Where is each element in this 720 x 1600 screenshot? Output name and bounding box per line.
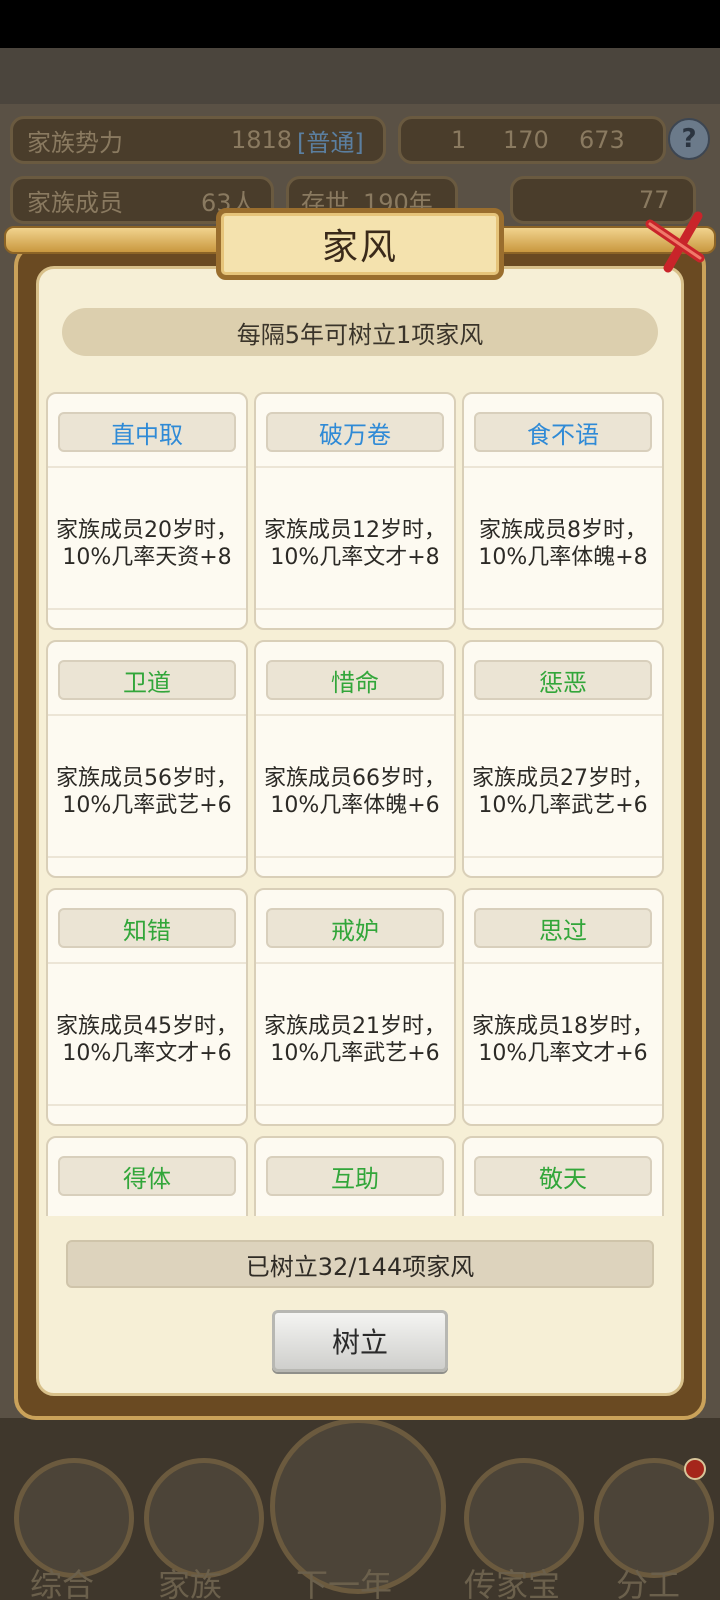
motto-card[interactable]: 食不语 家族成员8岁时，10%几率体魄+8: [462, 392, 664, 630]
card-divider: [256, 714, 454, 716]
motto-card[interactable]: 破万卷 家族成员12岁时，10%几率文才+8: [254, 392, 456, 630]
motto-card[interactable]: 得体: [46, 1136, 248, 1216]
motto-card[interactable]: 敬天: [462, 1136, 664, 1216]
currency-1: 1: [451, 126, 467, 154]
motto-card[interactable]: 戒妒 家族成员21岁时，10%几率武艺+6: [254, 888, 456, 1126]
motto-name: 思过: [474, 908, 652, 948]
motto-desc: 家族成员21岁时，10%几率武艺+6: [264, 1014, 446, 1066]
family-power-value: 1818: [231, 126, 293, 154]
card-footer-line: [48, 1104, 246, 1106]
nav-next-year[interactable]: 下一年: [296, 1560, 392, 1600]
nav-family[interactable]: 家族: [158, 1560, 222, 1600]
family-power-tag: [普通]: [297, 128, 364, 157]
motto-name: 戒妒: [266, 908, 444, 948]
currency-3: 673: [579, 126, 625, 154]
top-bar: [0, 48, 720, 104]
card-divider: [464, 962, 662, 964]
card-footer-line: [48, 608, 246, 610]
card-divider: [48, 962, 246, 964]
motto-card[interactable]: 互助: [254, 1136, 456, 1216]
motto-name: 食不语: [474, 412, 652, 452]
card-footer-line: [464, 856, 662, 858]
motto-name: 互助: [266, 1156, 444, 1196]
motto-desc: 家族成员66岁时，10%几率体魄+6: [264, 766, 446, 818]
motto-desc: 家族成员56岁时，10%几率武艺+6: [56, 766, 238, 818]
card-divider: [464, 714, 662, 716]
notification-badge: [684, 1458, 706, 1480]
established-count: 已树立32/144项家风: [66, 1240, 654, 1288]
family-motto-grid[interactable]: 直中取 家族成员20岁时，10%几率天资+8 破万卷 家族成员12岁时，10%几…: [44, 384, 678, 1216]
nav-heirloom[interactable]: 传家宝: [464, 1560, 560, 1600]
establish-button[interactable]: 树立: [272, 1310, 448, 1372]
modal-title: 家风: [321, 227, 398, 268]
motto-card[interactable]: 惩恶 家族成员27岁时，10%几率武艺+6: [462, 640, 664, 878]
close-button[interactable]: [640, 206, 710, 276]
help-icon[interactable]: ?: [668, 118, 710, 160]
card-divider: [48, 466, 246, 468]
motto-card[interactable]: 思过 家族成员18岁时，10%几率文才+6: [462, 888, 664, 1126]
motto-name: 得体: [58, 1156, 236, 1196]
card-divider: [256, 962, 454, 964]
family-power-row: 家族势力 1818 [普通]: [10, 116, 386, 164]
card-divider: [464, 466, 662, 468]
motto-desc: 家族成员12岁时，10%几率文才+8: [264, 518, 446, 570]
currency-row: 1 170 673: [398, 116, 666, 164]
motto-name: 卫道: [58, 660, 236, 700]
nav-general[interactable]: 综合: [30, 1560, 94, 1600]
motto-name: 惩恶: [474, 660, 652, 700]
motto-name: 惜命: [266, 660, 444, 700]
card-footer-line: [256, 608, 454, 610]
motto-desc: 家族成员27岁时，10%几率武艺+6: [472, 766, 654, 818]
close-icon: [645, 211, 705, 273]
family-power-label: 家族势力: [27, 128, 123, 157]
nav-division[interactable]: 分工: [616, 1560, 680, 1600]
card-footer-line: [464, 608, 662, 610]
interval-info: 每隔5年可树立1项家风: [62, 308, 658, 356]
card-divider: [48, 714, 246, 716]
card-footer-line: [256, 856, 454, 858]
motto-desc: 家族成员20岁时，10%几率天资+8: [56, 518, 238, 570]
motto-name: 知错: [58, 908, 236, 948]
motto-card[interactable]: 卫道 家族成员56岁时，10%几率武艺+6: [46, 640, 248, 878]
motto-desc: 家族成员18岁时，10%几率文才+6: [472, 1014, 654, 1066]
status-bar: [0, 0, 720, 48]
motto-card[interactable]: 知错 家族成员45岁时，10%几率文才+6: [46, 888, 248, 1126]
card-footer-line: [48, 856, 246, 858]
modal-title-plate: 家风: [216, 208, 504, 280]
card-footer-line: [464, 1104, 662, 1106]
motto-card[interactable]: 直中取 家族成员20岁时，10%几率天资+8: [46, 392, 248, 630]
card-footer-line: [256, 1104, 454, 1106]
motto-desc: 家族成员8岁时，10%几率体魄+8: [478, 518, 648, 570]
currency-2: 170: [503, 126, 549, 154]
card-divider: [256, 466, 454, 468]
family-members-label: 家族成员: [27, 188, 123, 217]
motto-name: 敬天: [474, 1156, 652, 1196]
motto-desc: 家族成员45岁时，10%几率文才+6: [56, 1014, 238, 1066]
motto-name: 破万卷: [266, 412, 444, 452]
motto-name: 直中取: [58, 412, 236, 452]
motto-card[interactable]: 惜命 家族成员66岁时，10%几率体魄+6: [254, 640, 456, 878]
